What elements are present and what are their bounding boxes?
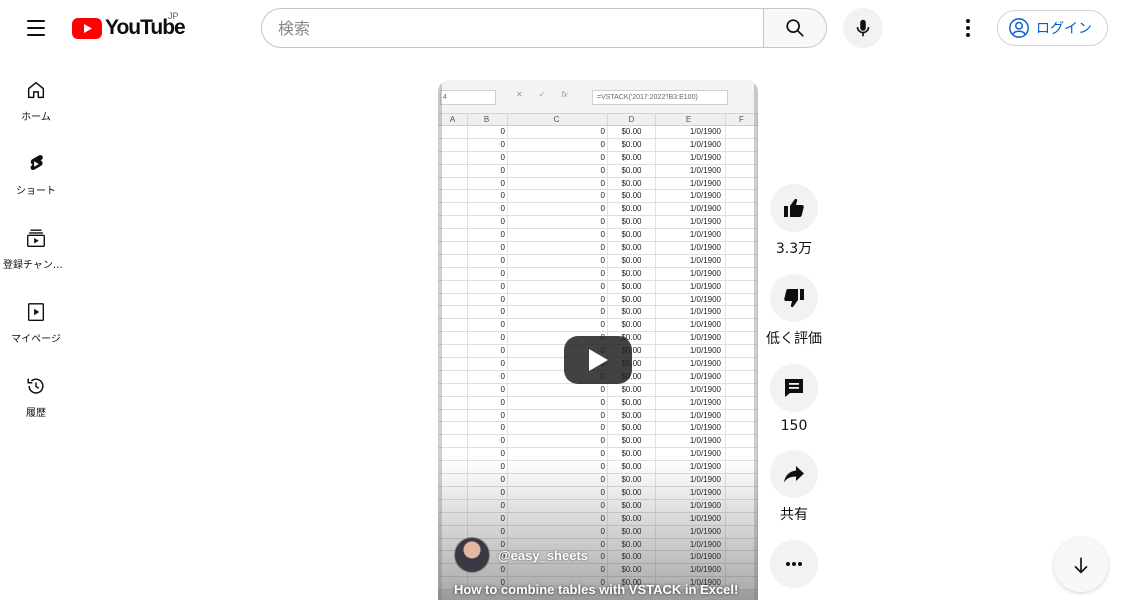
share-icon xyxy=(784,466,804,483)
sidebar-item-label: ホーム xyxy=(21,112,51,123)
sidebar-item-label: 履歴 xyxy=(26,408,46,419)
microphone-icon xyxy=(856,19,870,37)
sidebar: ホーム ショート 登録チャンネル マイページ 履歴 xyxy=(0,64,72,434)
like-count: 3.3万 xyxy=(775,241,813,257)
sidebar-item-shorts[interactable]: ショート xyxy=(0,138,72,212)
like-action: 3.3万 xyxy=(762,184,826,258)
thumbs-up-icon xyxy=(784,198,804,217)
search-box[interactable] xyxy=(261,8,764,48)
sidebar-item-label: ショート xyxy=(16,186,56,197)
login-label: ログイン xyxy=(1036,21,1092,37)
home-icon xyxy=(24,78,48,102)
play-button[interactable] xyxy=(564,336,632,384)
channel-avatar[interactable] xyxy=(454,537,490,573)
sidebar-item-home[interactable]: ホーム xyxy=(0,64,72,138)
play-icon xyxy=(589,349,608,371)
arrow-down-icon xyxy=(1074,557,1088,574)
sidebar-item-label: 登録チャンネル xyxy=(3,260,69,271)
search-input[interactable] xyxy=(278,18,764,38)
voice-search-button[interactable] xyxy=(843,8,883,48)
sidebar-item-history[interactable]: 履歴 xyxy=(0,360,72,434)
dislike-action: 低く評価 xyxy=(762,274,826,348)
you-icon xyxy=(24,300,48,324)
menu-icon[interactable] xyxy=(20,12,52,44)
sidebar-item-subscriptions[interactable]: 登録チャンネル xyxy=(0,212,72,286)
more-horizontal-icon xyxy=(786,562,802,566)
sidebar-item-label: マイページ xyxy=(11,334,61,345)
comment-button[interactable] xyxy=(770,364,818,412)
video-title[interactable]: How to combine tables with VSTACK in Exc… xyxy=(454,582,738,597)
search-icon xyxy=(786,19,804,37)
share-label: 共有 xyxy=(780,507,808,523)
thumbs-down-icon xyxy=(784,289,804,308)
youtube-play-logo-icon xyxy=(72,17,102,39)
more-action xyxy=(762,540,826,588)
history-icon xyxy=(24,374,48,398)
youtube-shorts-page: YouTube JP ログイン ホーム xyxy=(0,0,1124,600)
dislike-button[interactable] xyxy=(770,274,818,322)
shorts-icon xyxy=(24,152,48,176)
dislike-label: 低く評価 xyxy=(766,331,822,347)
share-action: 共有 xyxy=(762,450,826,524)
next-video-button[interactable] xyxy=(1054,538,1108,592)
search-button[interactable] xyxy=(763,8,827,48)
login-button[interactable]: ログイン xyxy=(997,10,1108,46)
channel-name[interactable]: @easy_sheets xyxy=(498,548,588,563)
more-options-button[interactable] xyxy=(770,540,818,588)
share-button[interactable] xyxy=(770,450,818,498)
like-button[interactable] xyxy=(770,184,818,232)
comment-count: 150 xyxy=(780,418,808,434)
comment-action: 150 xyxy=(762,364,826,434)
account-icon xyxy=(1009,18,1029,38)
channel-info[interactable]: @easy_sheets xyxy=(454,537,588,573)
comment-icon xyxy=(785,379,803,397)
region-code: JP xyxy=(168,11,179,21)
settings-more-icon[interactable] xyxy=(956,14,980,42)
sidebar-item-you[interactable]: マイページ xyxy=(0,286,72,360)
subscriptions-icon xyxy=(24,226,48,250)
shorts-video-player[interactable]: 4 ✕ ✓ fx =VSTACK('2017:2022'!B3:E100) A B … xyxy=(438,80,758,600)
shorts-actions: 3.3万 低く評価 150 共有 xyxy=(762,184,826,600)
